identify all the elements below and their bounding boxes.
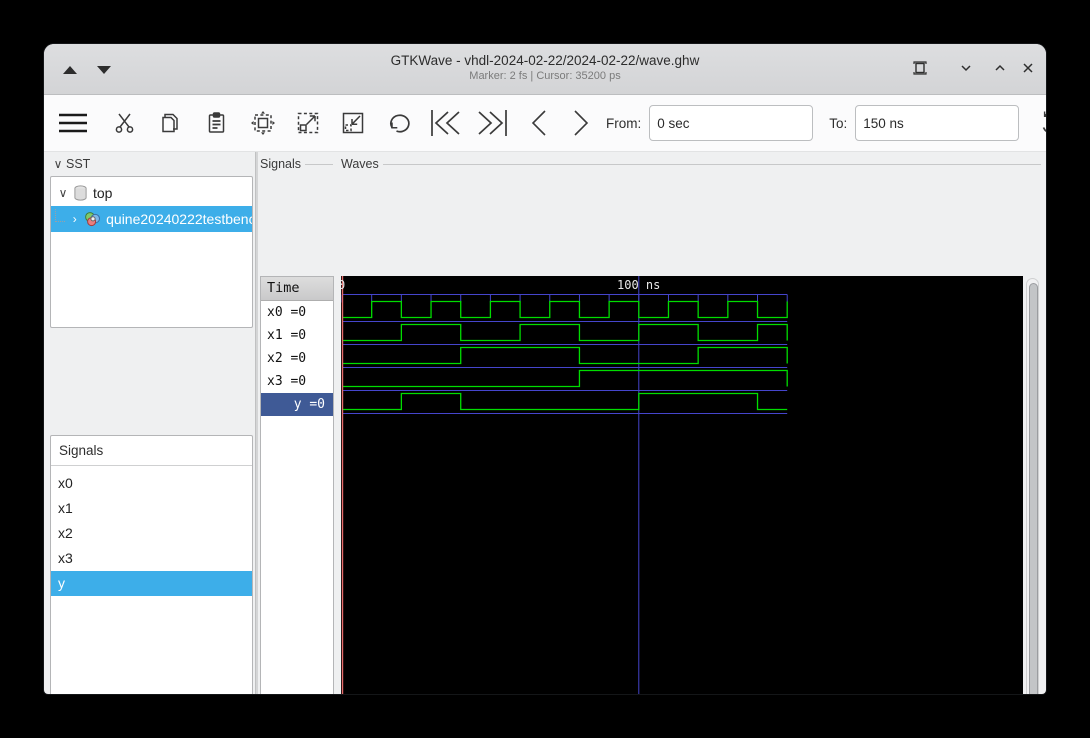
window-title: GTKWave - vhdl-2024-02-22/2024-02-22/wav… bbox=[390, 53, 700, 68]
tree-item-testbench-label: quine20240222testbench bbox=[106, 211, 252, 227]
cut-button[interactable] bbox=[114, 112, 135, 134]
zoom-fit-button[interactable] bbox=[250, 110, 276, 136]
tree-branch-line bbox=[55, 208, 66, 222]
list-item-x3[interactable]: x3 bbox=[51, 546, 252, 571]
zoom-out-button[interactable] bbox=[340, 110, 366, 136]
titlebar[interactable]: GTKWave - vhdl-2024-02-22/2024-02-22/wav… bbox=[44, 44, 1046, 95]
shift-left-button[interactable] bbox=[530, 109, 548, 137]
expander-closed-icon[interactable]: › bbox=[67, 212, 82, 226]
toolbar: From: To: bbox=[44, 95, 1046, 152]
sst-expander-icon[interactable]: ∨ bbox=[50, 157, 66, 171]
trace-name-y[interactable]: y =0 bbox=[261, 393, 333, 416]
zoom-fit-icon bbox=[250, 110, 276, 136]
copy-button[interactable] bbox=[161, 112, 181, 134]
fullscreen-button[interactable] bbox=[910, 58, 930, 78]
to-input[interactable] bbox=[855, 105, 1020, 141]
sst-tree: ∨ top › quine20240222testbench bbox=[50, 176, 253, 328]
shift-right-button[interactable] bbox=[572, 109, 590, 137]
frame-line bbox=[382, 163, 1041, 165]
close-button[interactable] bbox=[1018, 58, 1038, 78]
frame-line bbox=[305, 163, 333, 165]
from-input[interactable] bbox=[649, 105, 814, 141]
main-area: ∨ SST ∨ top › quine20240222testbench Sig… bbox=[44, 152, 1046, 694]
maximize-button[interactable] bbox=[990, 58, 1010, 78]
paste-button[interactable] bbox=[207, 112, 226, 134]
expander-open-icon[interactable]: ∨ bbox=[55, 186, 71, 200]
module-icon bbox=[84, 211, 101, 227]
signal-search-list: Signals x0 x1 x2 x3 y bbox=[50, 435, 253, 694]
copy-icon bbox=[161, 112, 181, 134]
scissors-icon bbox=[114, 112, 135, 134]
sst-label: SST bbox=[66, 157, 91, 171]
reload-icon bbox=[1038, 109, 1046, 137]
to-label: To: bbox=[829, 115, 848, 131]
minimize-button[interactable] bbox=[956, 58, 976, 78]
keep-below-icon[interactable] bbox=[97, 66, 111, 74]
time-header-cell[interactable]: Time bbox=[261, 277, 333, 301]
waves-panel-label: Waves bbox=[341, 157, 379, 171]
chevron-down-icon bbox=[959, 61, 973, 75]
list-item-x1[interactable]: x1 bbox=[51, 496, 252, 521]
signal-list-header: Signals bbox=[51, 436, 252, 466]
list-item-y[interactable]: y bbox=[51, 571, 252, 596]
from-label: From: bbox=[606, 115, 642, 131]
reload-button[interactable] bbox=[1038, 109, 1046, 137]
close-icon bbox=[1021, 61, 1035, 75]
timeline-major-label: 100 ns bbox=[617, 278, 661, 292]
scrollbar-thumb[interactable] bbox=[1029, 283, 1038, 694]
database-icon bbox=[73, 185, 88, 201]
trace-name-x3[interactable]: x3 =0 bbox=[261, 370, 333, 393]
undo-icon bbox=[387, 111, 412, 135]
tree-item-top-label: top bbox=[93, 185, 113, 201]
undo-button[interactable] bbox=[387, 111, 412, 135]
pane-splitter[interactable] bbox=[255, 152, 258, 694]
go-to-start-button[interactable] bbox=[430, 109, 462, 137]
trace-name-x0[interactable]: x0 =0 bbox=[261, 301, 333, 324]
list-item-x0[interactable]: x0 bbox=[51, 471, 252, 496]
timeline-start-label: 0 bbox=[341, 278, 346, 292]
trace-name-x1[interactable]: x1 =0 bbox=[261, 324, 333, 347]
gtkwave-window: GTKWave - vhdl-2024-02-22/2024-02-22/wav… bbox=[44, 44, 1046, 694]
sst-frame-label: ∨ SST bbox=[50, 157, 250, 171]
clipboard-icon bbox=[207, 112, 226, 134]
menu-button[interactable] bbox=[58, 112, 88, 134]
zoom-in-icon bbox=[295, 110, 321, 136]
fullscreen-icon bbox=[912, 60, 928, 76]
hamburger-menu-icon bbox=[58, 112, 88, 134]
skip-to-start-icon bbox=[430, 109, 462, 137]
skip-to-end-icon bbox=[476, 109, 508, 137]
signal-name-panel: Time x0 =0 x1 =0 x2 =0 x3 =0 y =0 bbox=[260, 276, 334, 694]
signals-frame-label: Signals bbox=[260, 157, 333, 171]
waves-frame-label: Waves bbox=[341, 157, 1041, 171]
chevron-up-icon bbox=[993, 61, 1007, 75]
list-item-x2[interactable]: x2 bbox=[51, 521, 252, 546]
tree-item-testbench[interactable]: › quine20240222testbench bbox=[51, 206, 252, 232]
wave-svg bbox=[341, 276, 788, 694]
wave-canvas[interactable]: 0 100 ns bbox=[341, 276, 1023, 694]
trace-name-x2[interactable]: x2 =0 bbox=[261, 347, 333, 370]
tree-item-top[interactable]: ∨ top bbox=[51, 180, 252, 206]
marker-cursor-status: Marker: 2 fs | Cursor: 35200 ps bbox=[469, 70, 621, 82]
zoom-in-button[interactable] bbox=[295, 110, 321, 136]
signals-panel-label: Signals bbox=[260, 157, 301, 171]
wave-vscrollbar[interactable] bbox=[1026, 278, 1039, 694]
chevron-left-icon bbox=[530, 109, 548, 137]
zoom-out-icon bbox=[340, 110, 366, 136]
go-to-end-button[interactable] bbox=[476, 109, 508, 137]
keep-above-icon[interactable] bbox=[63, 66, 77, 74]
chevron-right-icon bbox=[572, 109, 590, 137]
